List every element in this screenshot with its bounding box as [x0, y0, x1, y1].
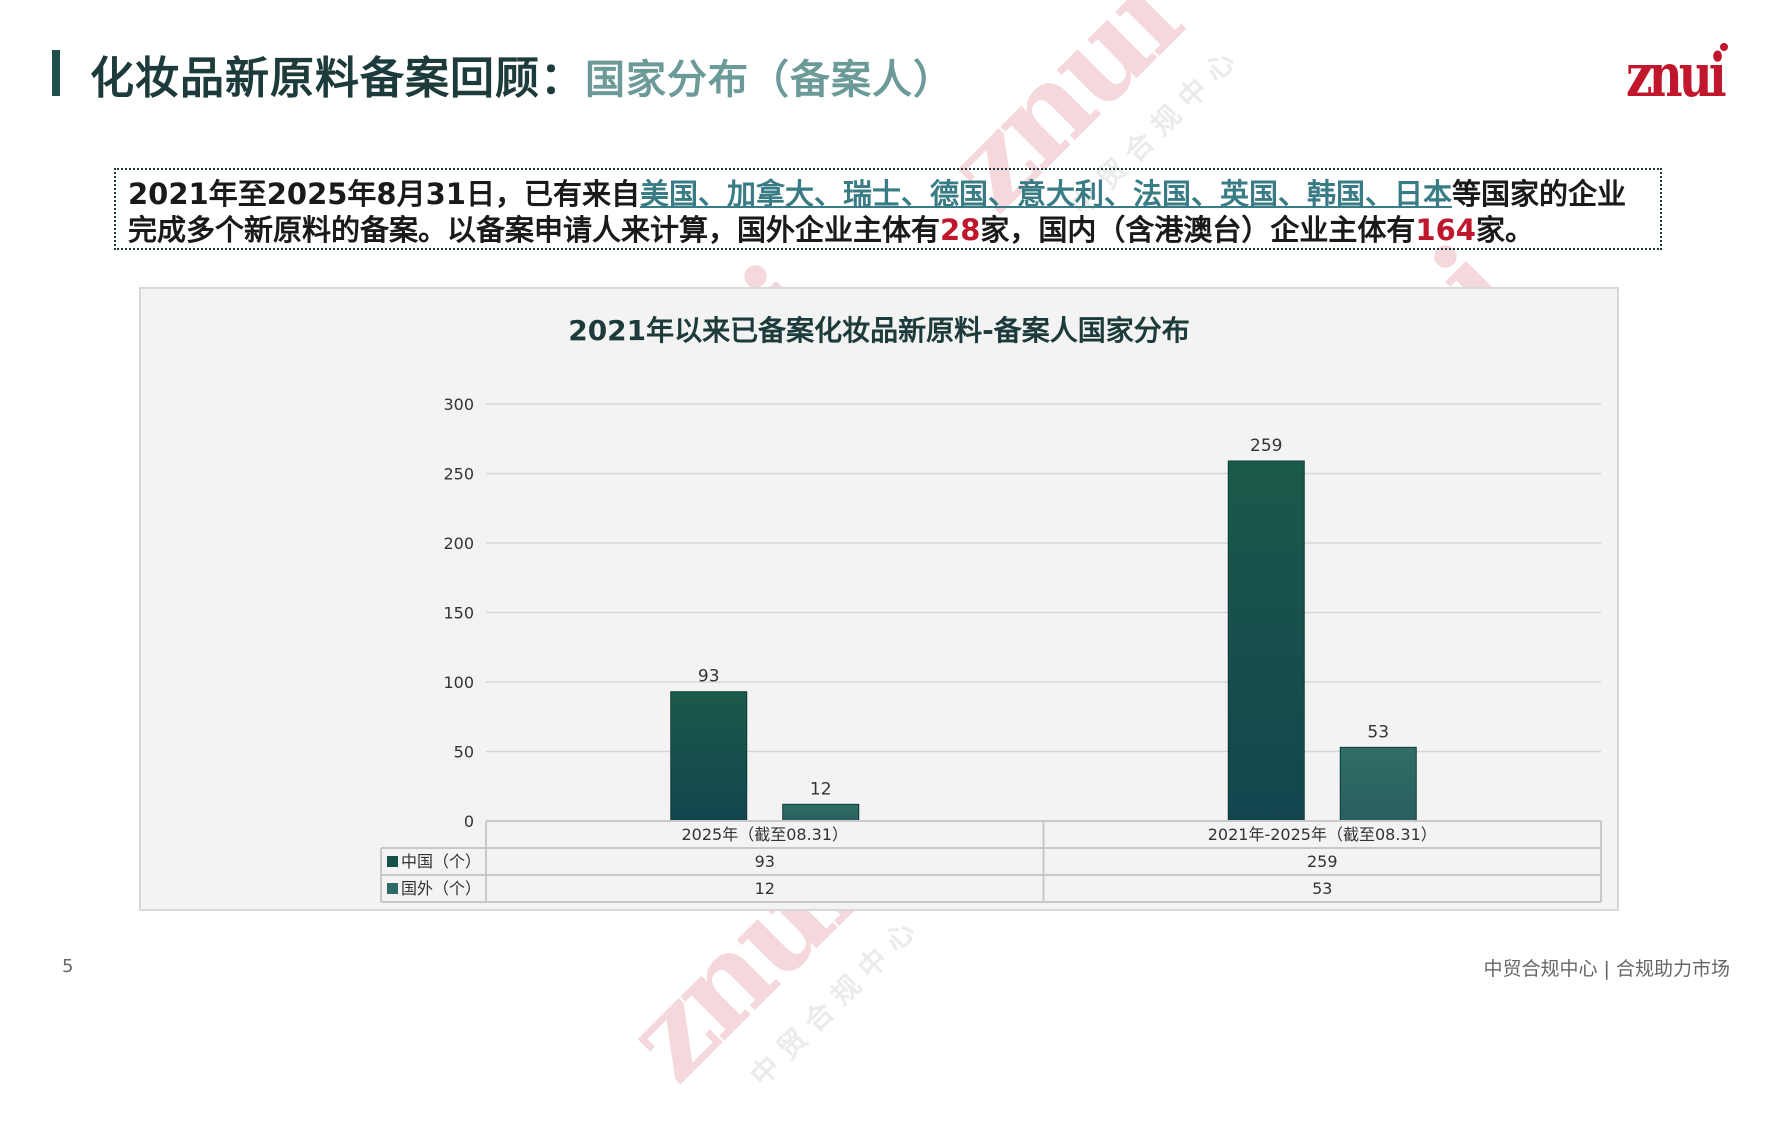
- footer-text: 中贸合规中心 | 合规助力市场: [1483, 958, 1730, 980]
- summary-text: 家。: [1475, 213, 1534, 247]
- bar-foreign: [782, 803, 860, 822]
- page-title: 化妆品新原料备案回顾：国家分布（备案人）: [90, 42, 954, 106]
- bar-china: [670, 691, 748, 822]
- legend-key: [387, 883, 398, 894]
- y-tick-label: 0: [464, 812, 474, 831]
- y-tick-label: 250: [443, 465, 474, 484]
- data-label: 259: [1250, 436, 1282, 456]
- y-tick-label: 200: [443, 534, 474, 553]
- summary-line-1: 2021年至2025年8月31日，已有来自美国、加拿大、瑞士、德国、意大利、法国…: [128, 176, 1648, 212]
- data-label: 53: [1367, 722, 1389, 742]
- table-cell: 53: [1312, 879, 1332, 898]
- table-cell: 93: [755, 852, 775, 871]
- data-label: 12: [810, 779, 832, 799]
- table-cell: 259: [1307, 852, 1338, 871]
- y-tick-label: 150: [443, 604, 474, 623]
- legend-key: [387, 856, 398, 867]
- legend-label: 国外（个）: [401, 879, 481, 898]
- summary-line-2: 完成多个新原料的备案。以备案申请人来计算，国外企业主体有28家，国内（含港澳台）…: [128, 212, 1648, 248]
- x-tick-label: 2025年（截至08.31）: [681, 825, 848, 844]
- bar-china: [1227, 460, 1305, 822]
- summary-text: 完成多个新原料的备案。以备案申请人来计算，国外企业主体有: [128, 213, 941, 247]
- chart-frame: 2021年以来已备案化妆品新原料-备案人国家分布 0 50 100 150 200 250…: [139, 287, 1619, 911]
- title-accent-bar: [52, 50, 60, 96]
- x-tick-label: 2021年-2025年（截至08.31）: [1208, 825, 1437, 844]
- page-title-main: 化妆品新原料备案回顾：: [90, 53, 585, 104]
- page-title-sub: 国家分布（备案人）: [585, 57, 954, 103]
- table-cell: 12: [755, 879, 775, 898]
- summary-text: 2021年至2025年8月31日，已有来自: [128, 177, 640, 211]
- page-number: 5: [62, 956, 74, 977]
- y-tick-label: 300: [443, 395, 474, 414]
- summary-text: 等国家的企业: [1451, 177, 1626, 211]
- y-tick-label: 100: [443, 673, 474, 692]
- summary-text: 家，国内（含港澳台）企业主体有: [980, 213, 1416, 247]
- y-tick-label: 50: [454, 743, 474, 762]
- summary-box: 2021年至2025年8月31日，已有来自美国、加拿大、瑞士、德国、意大利、法国…: [114, 168, 1662, 250]
- summary-countries: 美国、加拿大、瑞士、德国、意大利、法国、英国、韩国、日本: [639, 177, 1452, 211]
- foreign-count: 28: [940, 213, 981, 247]
- brand-logo: znui: [1626, 39, 1730, 104]
- legend-label: 中国（个）: [401, 852, 481, 871]
- bar-foreign: [1339, 746, 1417, 822]
- brand-logo-dot: [1720, 43, 1728, 51]
- data-label: 93: [698, 667, 720, 687]
- bar-chart: 0 50 100 150 200 250 300 93 12 259 53 2025年（截至08.31…: [380, 395, 1602, 903]
- domestic-count: 164: [1415, 213, 1476, 247]
- brand-logo-text: znui: [1626, 39, 1726, 104]
